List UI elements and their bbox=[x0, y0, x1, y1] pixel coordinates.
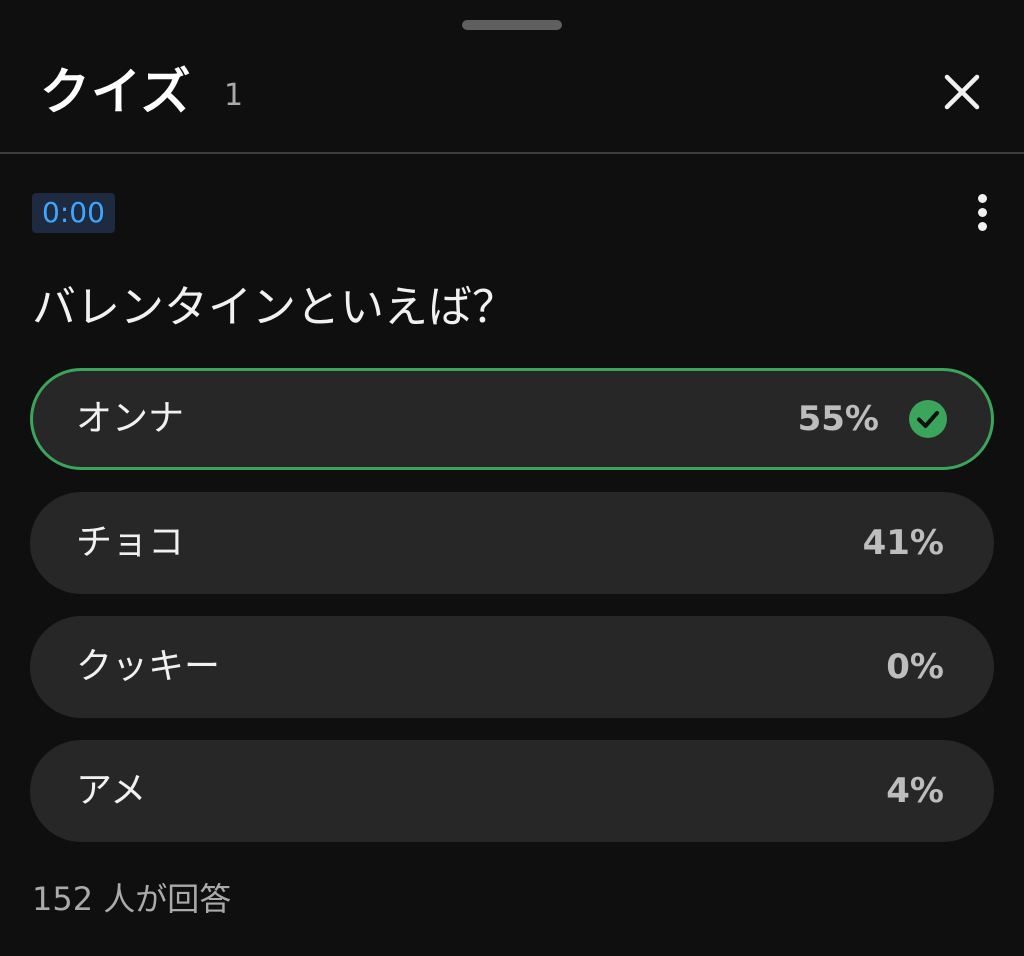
more-vert-icon bbox=[977, 193, 987, 203]
quiz-sheet: クイズ 1 0:00 バレンタインといえば？ オンナ 55% チョコ 41% ク… bbox=[0, 0, 1024, 956]
close-icon bbox=[944, 74, 980, 110]
option-percent: 55% bbox=[797, 399, 879, 439]
option-label: チョコ bbox=[76, 522, 185, 563]
option-percent: 0% bbox=[886, 647, 944, 687]
quiz-question: バレンタインといえば？ bbox=[32, 282, 516, 333]
option-percent: 41% bbox=[862, 523, 944, 563]
response-count: 152 人が回答 bbox=[32, 880, 232, 918]
option-label: クッキー bbox=[76, 646, 221, 687]
quiz-option-1[interactable]: オンナ 55% bbox=[30, 368, 994, 470]
sheet-header: クイズ 1 bbox=[0, 40, 1024, 154]
check-circle-icon bbox=[909, 400, 947, 438]
quiz-options: オンナ 55% チョコ 41% クッキー 0% アメ 4% bbox=[30, 368, 994, 864]
sheet-title: クイズ bbox=[40, 63, 192, 121]
drag-handle[interactable] bbox=[462, 20, 562, 30]
timestamp-link[interactable]: 0:00 bbox=[32, 193, 115, 233]
option-label: オンナ bbox=[76, 398, 185, 439]
more-options-button[interactable] bbox=[962, 186, 1002, 238]
option-percent: 4% bbox=[886, 771, 944, 811]
quiz-option-3[interactable]: クッキー 0% bbox=[30, 616, 994, 718]
quiz-option-2[interactable]: チョコ 41% bbox=[30, 492, 994, 594]
quiz-count: 1 bbox=[224, 78, 244, 113]
close-button[interactable] bbox=[934, 64, 990, 120]
option-label: アメ bbox=[76, 770, 147, 811]
quiz-option-4[interactable]: アメ 4% bbox=[30, 740, 994, 842]
